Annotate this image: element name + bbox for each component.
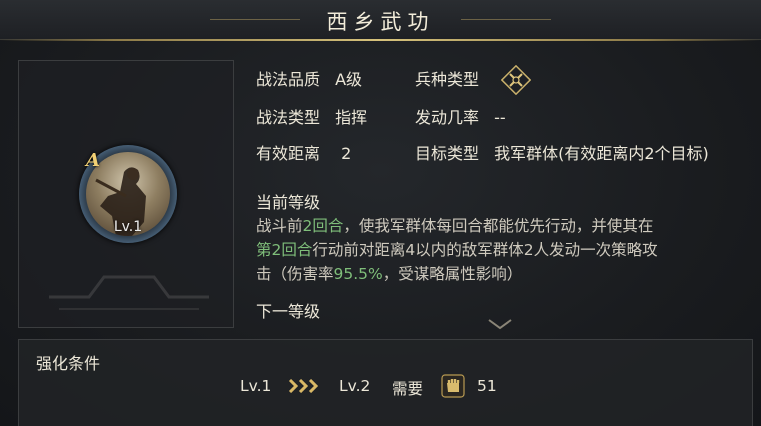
current-level-heading: 当前等级 [256, 193, 321, 212]
quality-row: 战法品质 A级 [256, 66, 362, 90]
desc-highlight: 第2回合 [256, 241, 313, 259]
desc-highlight: 2回合 [302, 217, 344, 235]
skill-detail-window: 西乡武功 A Lv.1 战法品质 A级 兵种类型 战法类型 指挥 发动几率 -- [0, 0, 761, 426]
type-value: 指挥 [335, 108, 368, 127]
target-label: 目标类型 [415, 144, 480, 163]
crossed-weapons-icon[interactable] [501, 65, 531, 95]
title-bar: 西乡武功 [0, 0, 761, 41]
quality-label: 战法品质 [256, 70, 321, 89]
title-divider [0, 39, 761, 41]
target-value: 我军群体(有效距离内2个目标) [494, 144, 709, 163]
rate-row: 发动几率 -- [415, 104, 506, 128]
target-row: 目标类型 我军群体(有效距离内2个目标) [415, 140, 709, 164]
desc-line-2: 第2回合行动前对距离4以内的敌军群体2人发动一次策略攻 [256, 238, 756, 262]
distance-value: 2 [341, 144, 352, 163]
from-level: Lv.1 [240, 377, 272, 395]
skill-description: 战斗前2回合，使我军群体每回合都能优先行动，并使其在 第2回合行动前对距离4以内… [256, 214, 756, 286]
desc-line-1: 战斗前2回合，使我军群体每回合都能优先行动，并使其在 [256, 214, 756, 238]
desc-text: 战斗前 [256, 217, 303, 235]
rate-label: 发动几率 [415, 108, 480, 127]
portrait-ornament [49, 275, 209, 310]
skill-level-badge: Lv.1 [113, 219, 143, 235]
cost-value: 51 [477, 377, 497, 395]
quality-value: A级 [335, 70, 363, 89]
desc-text: ，受谋略属性影响） [382, 265, 523, 283]
desc-text: ，使我军群体每回合都能优先行动，并使其在 [343, 217, 654, 235]
upgrade-arrows-icon [288, 379, 319, 393]
desc-highlight: 95.5% [333, 265, 383, 283]
chevron-down-icon[interactable] [487, 318, 513, 330]
distance-row: 有效距离 2 [256, 140, 351, 164]
distance-label: 有效距离 [256, 144, 321, 163]
type-row: 战法类型 指挥 [256, 104, 367, 128]
need-label: 需要 [392, 380, 424, 398]
to-level: Lv.2 [339, 377, 371, 395]
type-label: 战法类型 [256, 108, 321, 127]
enhance-panel [18, 339, 753, 426]
skill-grade-badge: A [86, 150, 100, 171]
enhance-title: 强化条件 [36, 354, 101, 373]
next-level-heading[interactable]: 下一等级 [256, 298, 320, 322]
window-title: 西乡武功 [326, 10, 435, 34]
desc-line-3: 击（伤害率95.5%，受谋略属性影响） [256, 262, 756, 286]
fist-icon [441, 374, 465, 398]
desc-text: 行动前对距离4以内的敌军群体2人发动一次策略攻 [312, 241, 658, 259]
desc-text: 击（伤害率 [256, 265, 334, 283]
rate-value: -- [494, 108, 506, 127]
troop-label: 兵种类型 [415, 70, 480, 89]
